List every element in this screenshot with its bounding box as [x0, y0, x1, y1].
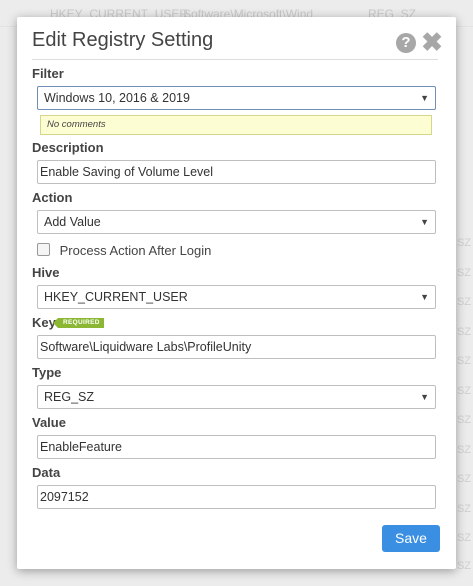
description-label: Description: [32, 140, 104, 155]
chevron-down-icon: ▼: [420, 217, 429, 227]
value-label: Value: [32, 415, 66, 430]
edit-registry-dialog: Edit Registry Setting ? ✖ Filter Windows…: [17, 17, 456, 569]
bg-type-fragment: SZ: [456, 355, 471, 367]
bg-type-fragment: SZ: [456, 237, 471, 249]
action-select[interactable]: Add Value ▼: [37, 210, 436, 234]
title-divider: [32, 59, 438, 60]
dialog-title: Edit Registry Setting: [32, 29, 214, 51]
bg-type-fragment: SZ: [456, 385, 471, 397]
hive-select[interactable]: HKEY_CURRENT_USER ▼: [37, 285, 436, 309]
bg-type-fragment: SZ: [456, 473, 471, 485]
filter-comment-note: No comments: [40, 115, 432, 135]
chevron-down-icon: ▼: [420, 292, 429, 302]
bg-type-fragment: SZ: [456, 444, 471, 456]
action-label: Action: [32, 190, 73, 205]
description-input[interactable]: Enable Saving of Volume Level: [37, 160, 436, 184]
hive-value: HKEY_CURRENT_USER: [44, 290, 188, 304]
bg-type-fragment: SZ: [456, 326, 471, 338]
action-value: Add Value: [44, 215, 101, 229]
bg-type-fragment: SZ: [456, 267, 471, 279]
type-value: REG_SZ: [44, 390, 95, 404]
process-after-login-checkbox[interactable]: [37, 243, 50, 256]
chevron-down-icon: ▼: [420, 93, 429, 103]
key-input[interactable]: Software\Liquidware Labs\ProfileUnity: [37, 335, 436, 359]
help-icon[interactable]: ?: [396, 33, 416, 53]
bg-type-fragment: SZ: [456, 414, 471, 426]
bg-type-fragment: SZ: [456, 560, 471, 572]
hive-label: Hive: [32, 265, 60, 280]
data-input[interactable]: 2097152: [37, 485, 436, 509]
bg-type-fragment: SZ: [456, 532, 471, 544]
required-badge: REQUIRED: [53, 318, 104, 328]
filter-value: Windows 10, 2016 & 2019: [44, 91, 190, 105]
bg-type-fragment: SZ: [456, 503, 471, 515]
data-label: Data: [32, 465, 61, 480]
save-button[interactable]: Save: [382, 525, 440, 552]
process-after-login-label: Process Action After Login: [59, 243, 212, 258]
filter-select[interactable]: Windows 10, 2016 & 2019 ▼: [37, 86, 436, 110]
bg-type-fragment: SZ: [456, 296, 471, 308]
value-input[interactable]: EnableFeature: [37, 435, 436, 459]
process-after-login-row[interactable]: Process Action After Login: [37, 243, 211, 258]
type-label: Type: [32, 365, 62, 380]
close-icon[interactable]: ✖: [421, 29, 443, 55]
type-select[interactable]: REG_SZ ▼: [37, 385, 436, 409]
filter-label: Filter: [32, 66, 64, 81]
chevron-down-icon: ▼: [420, 392, 429, 402]
